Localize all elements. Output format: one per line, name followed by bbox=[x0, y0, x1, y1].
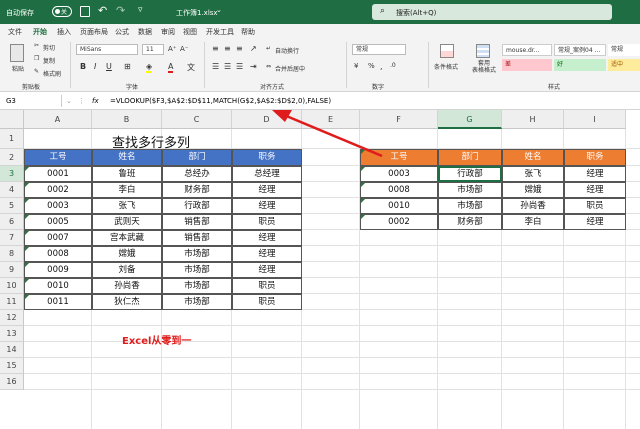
red-arrow bbox=[272, 110, 383, 158]
arrow-line bbox=[283, 113, 383, 158]
